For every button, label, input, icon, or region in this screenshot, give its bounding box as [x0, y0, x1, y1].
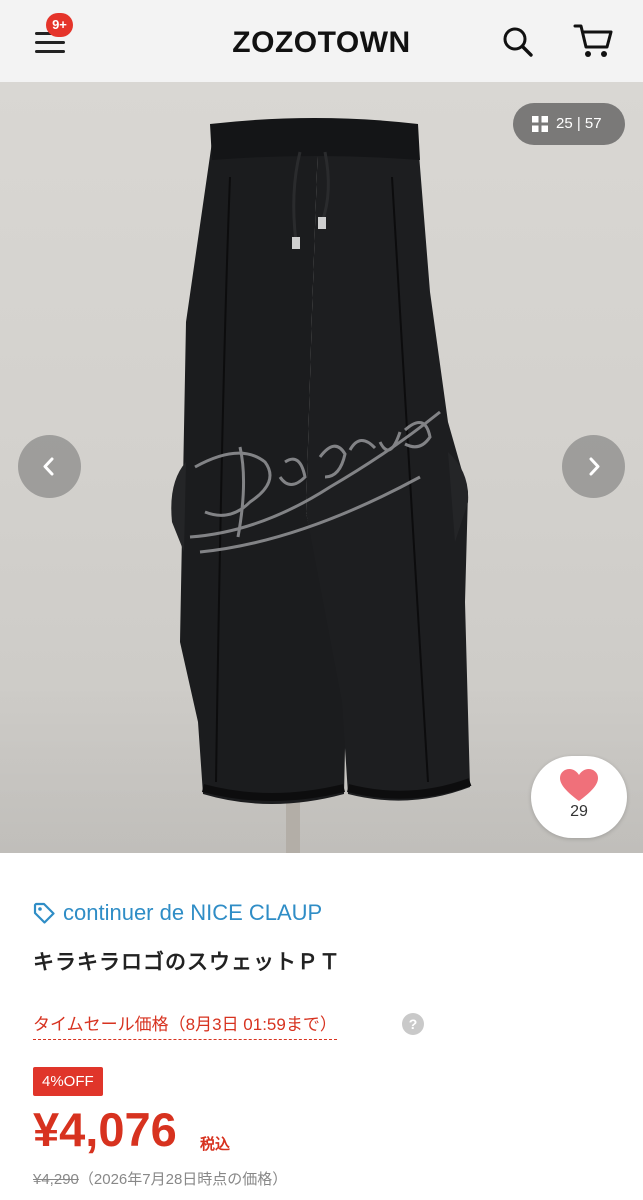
original-price-row: ¥4,290（2026年7月28日時点の価格） [33, 1168, 287, 1189]
search-button[interactable] [500, 24, 536, 60]
discount-badge: 4%OFF [33, 1067, 103, 1096]
brand-link[interactable]: continuer de NICE CLAUP [33, 896, 322, 930]
tax-included-label: 税込 [200, 1136, 231, 1153]
previous-image-button[interactable] [18, 435, 81, 498]
site-logo[interactable]: ZOZOTOWN [0, 26, 643, 60]
next-image-button[interactable] [562, 435, 625, 498]
time-sale-label[interactable]: タイムセール価格（8月3日 01:59まで） [33, 1010, 337, 1040]
cart-icon [573, 24, 613, 57]
favorite-count: 29 [570, 803, 588, 820]
help-icon[interactable]: ? [402, 1013, 424, 1035]
chevron-right-icon [589, 457, 600, 476]
image-counter-button[interactable]: 25 | 57 [513, 103, 625, 145]
brand-name: continuer de NICE CLAUP [63, 900, 323, 925]
product-image[interactable]: 25 | 57 29 [0, 82, 643, 853]
chevron-left-icon [43, 457, 54, 476]
app-header: 9+ ZOZOTOWN [0, 0, 643, 82]
tag-icon [33, 902, 55, 924]
image-counter-text: 25 | 57 [556, 115, 602, 132]
heart-icon [560, 769, 598, 801]
original-price: ¥4,290 [33, 1171, 79, 1188]
favorite-button[interactable]: 29 [531, 756, 627, 838]
product-title: キラキラロゴのスウェットＰＴ [33, 951, 341, 974]
search-icon [503, 27, 533, 57]
grid-icon [532, 116, 548, 132]
sale-price: ¥4,076 [33, 1103, 177, 1156]
original-price-note: （2026年7月28日時点の価格） [78, 1171, 288, 1188]
pants-illustration [171, 118, 472, 853]
cart-button[interactable] [573, 22, 615, 60]
